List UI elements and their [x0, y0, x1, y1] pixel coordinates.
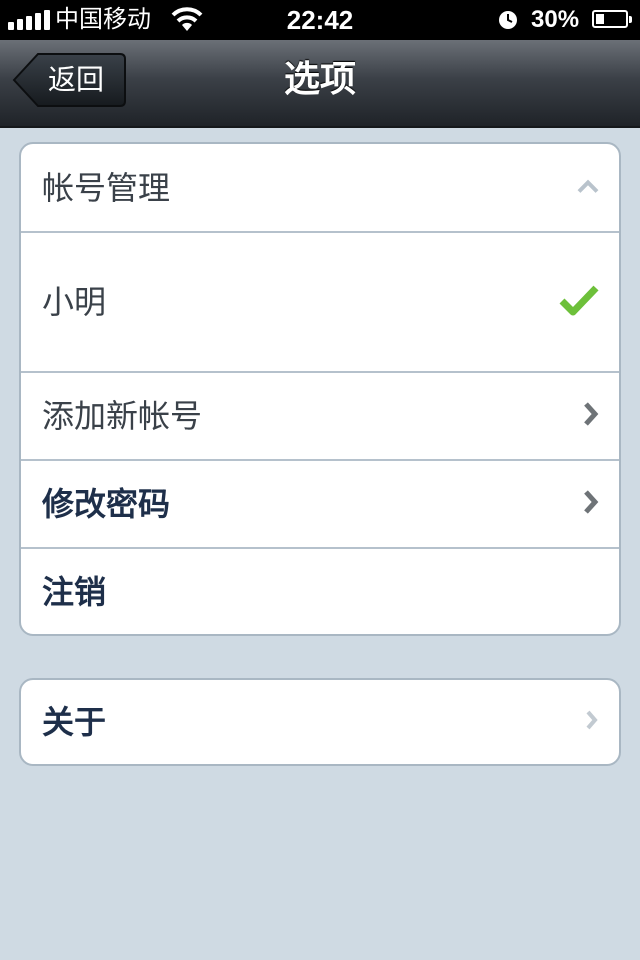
chevron-right-icon	[585, 709, 599, 735]
account-management-group: 帐号管理 小明 添加新帐号 修改密码 注销	[19, 142, 621, 636]
add-account-label: 添加新帐号	[42, 397, 203, 435]
alarm-clock-icon	[498, 10, 518, 35]
about-group: 关于	[19, 678, 621, 766]
navigation-bar: 返回 选项	[0, 40, 640, 128]
account-management-header[interactable]: 帐号管理	[21, 144, 619, 233]
change-password-label: 修改密码	[42, 485, 171, 523]
account-row-current[interactable]: 小明	[21, 233, 619, 373]
chevron-right-icon	[583, 489, 599, 519]
page-title: 选项	[283, 59, 356, 100]
status-bar: 中国移动 22:42 30%	[0, 0, 640, 40]
logout-label: 注销	[42, 572, 107, 611]
logout-row[interactable]: 注销	[21, 549, 619, 634]
about-row[interactable]: 关于	[21, 680, 619, 764]
chevron-up-icon	[577, 178, 599, 197]
add-account-row[interactable]: 添加新帐号	[21, 373, 619, 461]
battery-percent: 30%	[531, 6, 580, 33]
chevron-right-icon	[583, 401, 599, 431]
change-password-row[interactable]: 修改密码	[21, 461, 619, 549]
battery-icon	[592, 10, 632, 28]
about-label: 关于	[42, 703, 107, 741]
current-account-label: 小明	[42, 283, 107, 321]
checkmark-icon	[559, 284, 599, 320]
battery-level-fill	[596, 14, 604, 24]
account-management-label: 帐号管理	[42, 168, 171, 207]
